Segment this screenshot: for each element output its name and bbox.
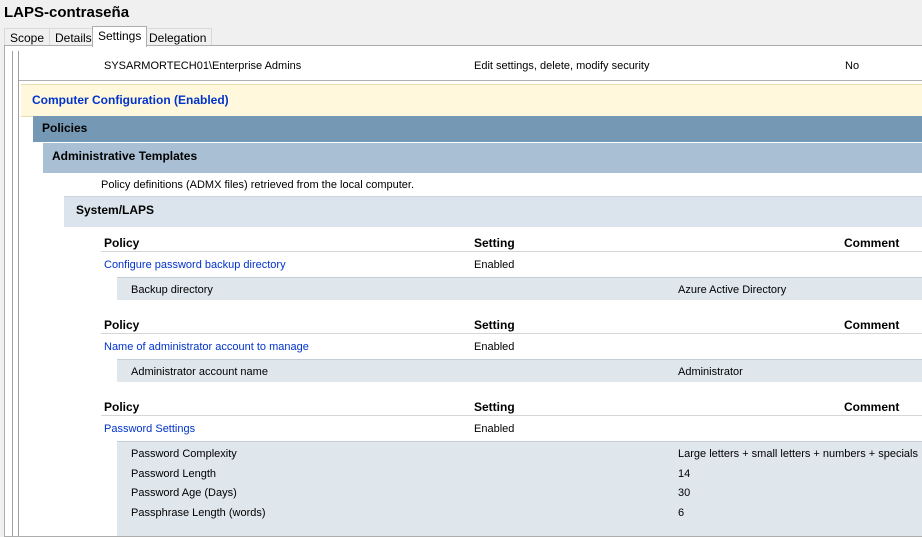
column-header-policy: Policy <box>104 318 140 332</box>
admx-note: Policy definitions (ADMX files) retrieve… <box>101 179 415 191</box>
tab-settings[interactable]: Settings <box>92 26 148 47</box>
policy-state: Enabled <box>474 423 515 435</box>
tree-guide-line <box>12 51 13 536</box>
policies-section[interactable]: Policies <box>33 116 922 142</box>
system-laps-heading: System/LAPS <box>76 203 155 217</box>
policy-link-admin-account[interactable]: Name of administrator account to manage <box>104 341 309 353</box>
column-header-comment: Comment <box>844 236 900 250</box>
window-title: LAPS-contraseña <box>4 4 130 21</box>
detail-name: Password Complexity <box>131 448 237 460</box>
policy-detail-box: Administrator account name Administrator <box>117 359 922 382</box>
delegation-name: SYSARMORTECH01\Enterprise Admins <box>104 60 302 72</box>
detail-name: Administrator account name <box>131 366 268 378</box>
administrative-templates-heading: Administrative Templates <box>52 149 198 163</box>
column-header-comment: Comment <box>844 400 900 414</box>
policy-link-backup-directory[interactable]: Configure password backup directory <box>104 259 286 271</box>
delegation-inherited: No <box>845 60 860 72</box>
column-header-comment: Comment <box>844 318 900 332</box>
computer-configuration-heading[interactable]: Computer Configuration (Enabled) <box>32 93 229 107</box>
policy-detail-box: Password Complexity Large letters + smal… <box>117 441 922 536</box>
column-header-setting: Setting <box>474 236 515 250</box>
policies-heading: Policies <box>42 121 88 135</box>
detail-value: Large letters + small letters + numbers … <box>678 448 918 460</box>
column-header-policy: Policy <box>104 236 140 250</box>
policy-detail-box: Backup directory Azure Active Directory <box>117 277 922 300</box>
system-laps-section[interactable]: System/LAPS <box>64 196 922 227</box>
column-header-setting: Setting <box>474 318 515 332</box>
administrative-templates-section[interactable]: Administrative Templates <box>43 143 922 173</box>
delegation-permission: Edit settings, delete, modify security <box>474 60 650 72</box>
detail-value: Administrator <box>678 366 743 378</box>
detail-value: 14 <box>678 468 691 480</box>
policy-link-password-settings[interactable]: Password Settings <box>104 423 195 435</box>
column-header-setting: Setting <box>474 400 515 414</box>
detail-name: Passphrase Length (words) <box>131 507 266 519</box>
tree-guide-line <box>18 51 19 536</box>
policy-state: Enabled <box>474 341 515 353</box>
detail-value: 6 <box>678 507 685 519</box>
detail-name: Password Age (Days) <box>131 487 237 499</box>
detail-value: 30 <box>678 487 691 499</box>
detail-name: Password Length <box>131 468 216 480</box>
computer-configuration-section[interactable]: Computer Configuration (Enabled) <box>21 84 922 117</box>
column-header-policy: Policy <box>104 400 140 414</box>
detail-value: Azure Active Directory <box>678 284 787 296</box>
policy-state: Enabled <box>474 259 515 271</box>
detail-name: Backup directory <box>131 284 213 296</box>
settings-report-panel[interactable]: SYSARMORTECH01\Enterprise Admins Edit se… <box>4 45 922 537</box>
